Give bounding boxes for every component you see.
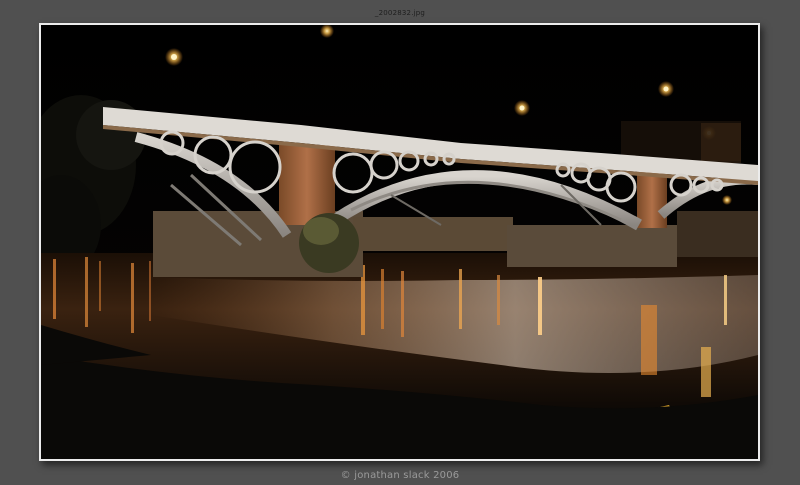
photo-frame	[39, 23, 760, 461]
photo-image	[41, 25, 758, 459]
window-title-bar: _2002832.jpg	[0, 0, 800, 17]
copyright-credit: © jonathan slack 2006	[340, 470, 460, 481]
file-name: _2002832.jpg	[374, 9, 426, 17]
